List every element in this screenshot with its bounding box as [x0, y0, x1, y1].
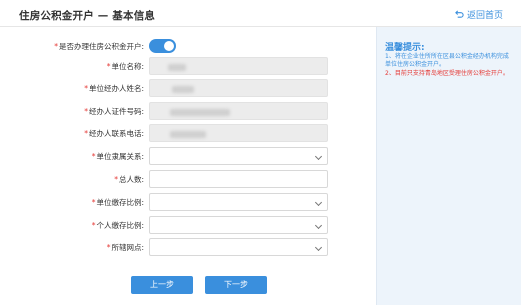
field-label: *所辖网点:: [106, 243, 144, 252]
page-header: 住房公积金开户 — 基本信息 返回首页: [0, 0, 521, 27]
agent-name-field: [149, 79, 328, 97]
agent-phone-field: [149, 124, 328, 142]
form-row-agent-id: *经办人证件号码:: [0, 102, 376, 120]
back-home-label: 返回首页: [466, 11, 503, 21]
redacted-value: [170, 130, 206, 138]
tips-sidebar: 温馨提示: 1、将在企业住所所在区县公积金经办机构完成单位住房公积金开户。 2、…: [376, 27, 521, 305]
redacted-value: [170, 108, 230, 116]
form-panel: *是否办理住房公积金开户: *单位名称: *单位经办人姓名: *经办人证件号码:…: [0, 27, 376, 305]
branch-select[interactable]: [149, 238, 328, 256]
tips-title: 温馨提示:: [385, 43, 425, 53]
personal-ratio-select[interactable]: [149, 216, 328, 234]
field-label: *个人缴存比例:: [91, 221, 144, 230]
prev-step-button[interactable]: 上一步: [131, 276, 193, 294]
open-account-toggle[interactable]: [149, 39, 176, 53]
field-label: *经办人联系电话:: [84, 129, 144, 138]
redacted-value: [172, 85, 194, 93]
next-step-button[interactable]: 下一步: [205, 276, 267, 294]
tip-item-2: 2、目前只支持青岛地区受理住房公积金开户。: [385, 70, 509, 77]
form-row-branch: *所辖网点:: [0, 238, 376, 256]
page-title: 住房公积金开户 — 基本信息: [19, 10, 156, 22]
field-label: *单位隶属关系:: [91, 152, 144, 161]
field-label: *经办人证件号码:: [84, 107, 144, 116]
form-row-unit-ratio: *单位缴存比例:: [0, 193, 376, 211]
back-home-link[interactable]: 返回首页: [455, 8, 503, 21]
form-row-agent-name: *单位经办人姓名:: [0, 79, 376, 97]
field-label: *单位经办人姓名:: [84, 84, 144, 93]
field-label: *单位名称:: [106, 62, 144, 71]
toggle-knob: [164, 41, 174, 51]
return-arrow-icon: [455, 10, 464, 18]
field-label: *单位缴存比例:: [91, 198, 144, 207]
headcount-input[interactable]: [149, 170, 328, 188]
affiliation-select[interactable]: [149, 147, 328, 165]
form-row-unit-name: *单位名称:: [0, 57, 376, 75]
agent-id-field: [149, 102, 328, 120]
form-row-affiliation: *单位隶属关系:: [0, 147, 376, 165]
field-label: *总人数:: [114, 175, 144, 184]
field-label: *是否办理住房公积金开户:: [54, 42, 144, 51]
form-row-headcount: *总人数:: [0, 170, 376, 188]
form-row-personal-ratio: *个人缴存比例:: [0, 216, 376, 234]
form-row-agent-phone: *经办人联系电话:: [0, 124, 376, 142]
unit-ratio-select[interactable]: [149, 193, 328, 211]
unit-name-field: [149, 57, 328, 75]
redacted-value: [168, 63, 186, 71]
form-row-open-account: *是否办理住房公积金开户:: [0, 37, 376, 55]
tip-item-1: 1、将在企业住所所在区县公积金经办机构完成单位住房公积金开户。: [385, 53, 509, 68]
